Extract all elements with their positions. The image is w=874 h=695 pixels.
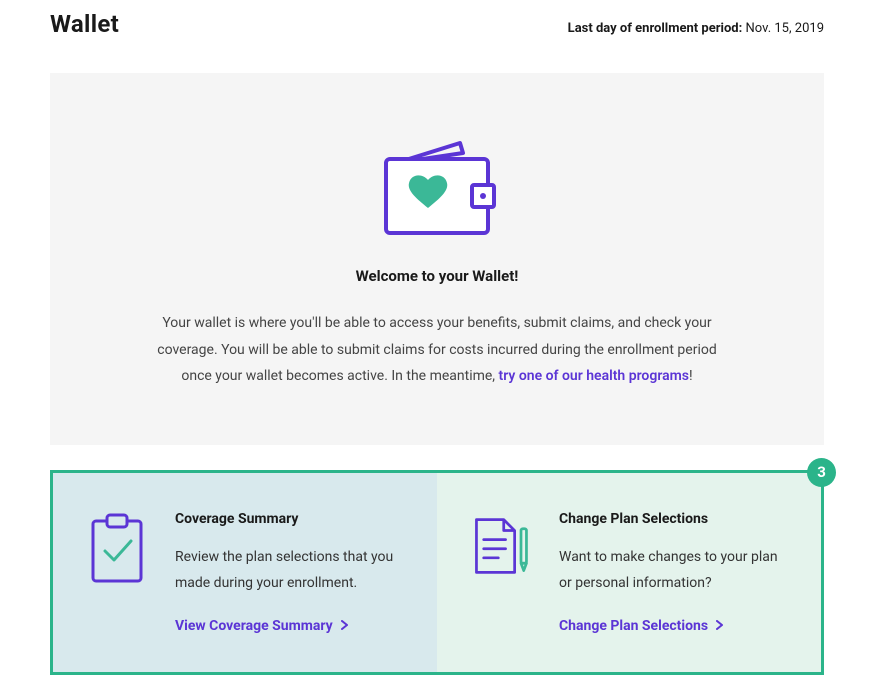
change-plan-card: Change Plan Selections Want to make chan…: [437, 473, 821, 672]
health-programs-link[interactable]: try one of our health programs: [499, 368, 689, 384]
coverage-card-content: Coverage Summary Review the plan selecti…: [175, 511, 407, 634]
change-card-title: Change Plan Selections: [559, 511, 791, 527]
action-cards-row: 3 Coverage Summary Review the plan selec…: [50, 470, 824, 675]
change-link-label: Change Plan Selections: [559, 618, 708, 634]
page-title: Wallet: [50, 10, 119, 38]
enrollment-label: Last day of enrollment period:: [568, 21, 743, 36]
wallet-heart-icon: [110, 133, 764, 237]
enrollment-period: Last day of enrollment period: Nov. 15, …: [568, 21, 824, 36]
chevron-right-icon: [341, 618, 349, 634]
step-badge: 3: [807, 458, 836, 487]
change-card-content: Change Plan Selections Want to make chan…: [559, 511, 791, 634]
welcome-body: Your wallet is where you'll be able to a…: [157, 310, 717, 390]
enrollment-date: Nov. 15, 2019: [746, 21, 824, 36]
coverage-card-desc: Review the plan selections that you made…: [175, 545, 407, 597]
page-header: Wallet Last day of enrollment period: No…: [50, 10, 824, 38]
coverage-card-title: Coverage Summary: [175, 511, 407, 527]
change-card-desc: Want to make changes to your plan or per…: [559, 545, 791, 597]
welcome-title: Welcome to your Wallet!: [110, 267, 764, 285]
clipboard-check-icon: [87, 511, 147, 634]
chevron-right-icon: [716, 618, 724, 634]
document-pencil-icon: [471, 511, 531, 634]
welcome-body-suffix: !: [689, 368, 693, 384]
coverage-summary-card: Coverage Summary Review the plan selecti…: [53, 473, 437, 672]
welcome-panel: Welcome to your Wallet! Your wallet is w…: [50, 73, 824, 445]
change-plan-selections-link[interactable]: Change Plan Selections: [559, 618, 724, 634]
view-coverage-summary-link[interactable]: View Coverage Summary: [175, 618, 349, 634]
coverage-link-label: View Coverage Summary: [175, 618, 333, 634]
